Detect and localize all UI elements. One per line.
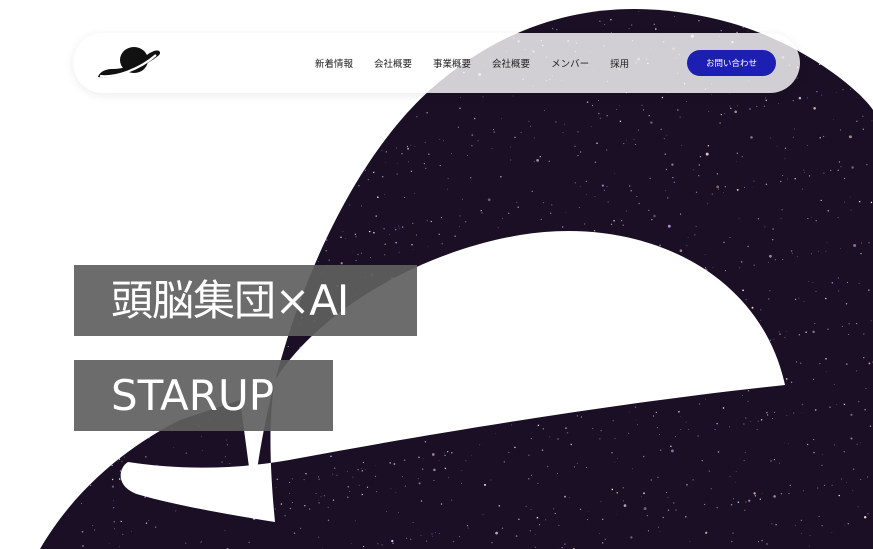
nav-item-news[interactable]: 新着情報 xyxy=(315,56,353,70)
page: 新着情報 会社概要 事業概要 会社概要 メンバー 採用 お問い合わせ 頭脳集団×… xyxy=(0,0,873,549)
contact-button[interactable]: お問い合わせ xyxy=(687,50,776,76)
planet-logo-icon[interactable] xyxy=(96,43,162,83)
hero-headline-1: 頭脳集団×AI xyxy=(74,265,417,336)
nav-item-company[interactable]: 会社概要 xyxy=(374,56,412,70)
nav-item-members[interactable]: メンバー xyxy=(551,56,589,70)
nav-links: 新着情報 会社概要 事業概要 会社概要 メンバー 採用 xyxy=(315,33,629,93)
top-navbar: 新着情報 会社概要 事業概要 会社概要 メンバー 採用 お問い合わせ xyxy=(73,33,800,93)
hero-headline-2: STARUP xyxy=(74,360,333,431)
nav-item-business[interactable]: 事業概要 xyxy=(433,56,471,70)
nav-item-recruit[interactable]: 採用 xyxy=(610,56,629,70)
nav-item-company-2[interactable]: 会社概要 xyxy=(492,56,530,70)
